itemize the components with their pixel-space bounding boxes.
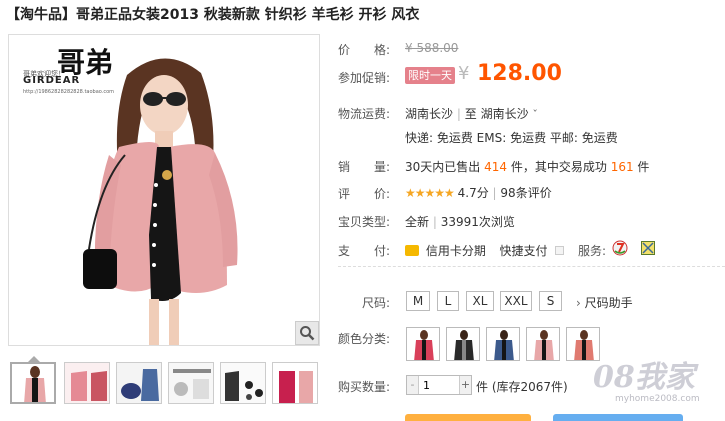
- color-swatch-black[interactable]: [446, 327, 480, 361]
- type-separator: |: [432, 215, 437, 229]
- sales-mid: 件，其中交易成功: [510, 160, 607, 174]
- sales-info: 30天内已售出 414 件，其中交易成功 161 件: [405, 158, 649, 175]
- quantity-input[interactable]: [421, 377, 457, 393]
- sales-prefix: 30天内已售出: [405, 160, 481, 174]
- quantity-stepper: - +: [406, 375, 472, 395]
- section-divider: [338, 266, 725, 267]
- credit-card-icon: [405, 245, 419, 256]
- quantity-increase-button[interactable]: +: [459, 376, 471, 394]
- stock-info: 件 (库存2067件): [476, 380, 568, 394]
- thumbnail-4-image: [169, 363, 213, 403]
- size-helper-link[interactable]: › 尺码助手: [576, 294, 633, 311]
- sales-sold-count: 414: [484, 160, 508, 174]
- payment-info: 信用卡分期 快捷支付: [405, 242, 565, 259]
- promo-badge: 限时一天: [405, 67, 455, 84]
- thumbnail-4[interactable]: [168, 362, 214, 404]
- color-label: 颜色分类:: [338, 332, 391, 346]
- color-swatch-black-image: [447, 328, 479, 360]
- shipping-separator: |: [456, 107, 461, 121]
- size-helper-label: 尺码助手: [584, 296, 633, 310]
- promo-label: 参加促销:: [338, 71, 391, 85]
- sales-suffix: 件: [637, 160, 650, 174]
- thumbnail-2-image: [65, 363, 109, 403]
- rating-separator: |: [492, 186, 497, 200]
- thumbnail-5[interactable]: [220, 362, 266, 404]
- quantity-label: 购买数量:: [338, 380, 391, 394]
- thumbnail-3[interactable]: [116, 362, 162, 404]
- watermark-url: myhome2008.com: [615, 394, 700, 404]
- color-swatch-light-pink[interactable]: [526, 327, 560, 361]
- quick-pay-link[interactable]: 快捷支付: [500, 244, 548, 258]
- shipping-fees: 快递: 免运费 EMS: 免运费 平邮: 免运费: [405, 131, 618, 145]
- color-swatch-light-pink-image: [527, 328, 559, 360]
- original-price: ¥ 588.00: [405, 41, 459, 55]
- color-swatch-navy[interactable]: [486, 327, 520, 361]
- thumbnail-6-image: [273, 363, 317, 403]
- zoom-button[interactable]: [295, 321, 319, 345]
- thumbnail-1[interactable]: [10, 362, 56, 404]
- rating-count-link[interactable]: 98条评价: [500, 186, 551, 200]
- rating-info: ★★★★★ 4.7分 | 98条评价: [405, 184, 552, 201]
- thumbnail-5-image: [221, 363, 265, 403]
- quantity-decrease-button[interactable]: -: [407, 376, 419, 394]
- product-title: 【淘牛品】哥弟正品女装2013 秋装新款 针织衫 羊毛衫 开衫 风衣: [6, 7, 420, 23]
- service-label: 服务:: [578, 244, 607, 258]
- type-info: 全新 | 33991次浏览: [405, 213, 515, 230]
- thumbnail-2[interactable]: [64, 362, 110, 404]
- color-swatch-navy-image: [487, 328, 519, 360]
- size-option-xxl[interactable]: XXL: [500, 291, 532, 311]
- shipping-route: 湖南长沙 | 至 湖南长沙 ˇ: [405, 105, 538, 122]
- site-watermark: 08我家 myhome2008.com: [585, 350, 725, 410]
- size-option-xl[interactable]: XL: [466, 291, 494, 311]
- buy-now-button[interactable]: [405, 414, 531, 421]
- rating-score: 4.7分: [457, 186, 489, 200]
- shipping-label: 物流运费:: [338, 107, 391, 121]
- watermark-text: 08我家: [593, 360, 695, 395]
- promo-price: 128.00: [477, 61, 562, 86]
- item-condition: 全新: [405, 215, 430, 229]
- payment-label: 支 付:: [338, 244, 391, 258]
- brand-logo-url: http://19862828282828.taobao.com: [23, 89, 115, 95]
- size-option-s[interactable]: S: [539, 291, 562, 311]
- size-option-l[interactable]: L: [437, 291, 459, 311]
- color-swatch-pink[interactable]: [406, 327, 440, 361]
- seven-day-return-icon: [612, 240, 628, 256]
- view-count: 33991次浏览: [440, 215, 515, 229]
- price-label: 价 格:: [338, 43, 391, 57]
- thumbnail-6[interactable]: [272, 362, 318, 404]
- shipping-to-select[interactable]: 湖南长沙: [481, 107, 529, 121]
- sales-success-count: 161: [610, 160, 634, 174]
- sales-label: 销 量:: [338, 160, 391, 174]
- chevron-down-icon[interactable]: ˇ: [532, 108, 538, 121]
- type-label: 宝贝类型:: [338, 215, 391, 229]
- size-option-m[interactable]: M: [406, 291, 430, 311]
- main-product-image[interactable]: 哥弟 哥弟欢迎您！ GIRDEAR http://19862828282828.…: [8, 34, 320, 346]
- rating-label: 评 价:: [338, 187, 391, 201]
- magnifier-icon: [300, 326, 315, 341]
- add-to-cart-button[interactable]: [553, 414, 683, 421]
- star-rating-icon: ★★★★★: [405, 186, 455, 200]
- installment-link[interactable]: 信用卡分期: [426, 244, 486, 258]
- color-swatch-pink-image: [407, 328, 439, 360]
- thumbnail-3-image: [117, 363, 161, 403]
- brand-logo: 哥弟 哥弟欢迎您！ GIRDEAR http://19862828282828.…: [21, 43, 121, 95]
- chevron-right-icon: ›: [576, 296, 581, 310]
- promo-currency: ¥: [458, 63, 470, 84]
- shipping-to-prefix: 至: [464, 107, 477, 121]
- service-seven-day-icon[interactable]: [612, 240, 628, 259]
- thumbnail-1-image: [12, 364, 54, 402]
- guarantee-icon: [641, 241, 655, 255]
- brand-logo-name: GIRDEAR: [23, 75, 81, 86]
- quick-pay-dropdown-icon[interactable]: [555, 246, 565, 255]
- size-label: 尺码:: [362, 296, 391, 310]
- shipping-from: 湖南长沙: [405, 107, 454, 121]
- service-guarantee-icon[interactable]: [641, 241, 655, 258]
